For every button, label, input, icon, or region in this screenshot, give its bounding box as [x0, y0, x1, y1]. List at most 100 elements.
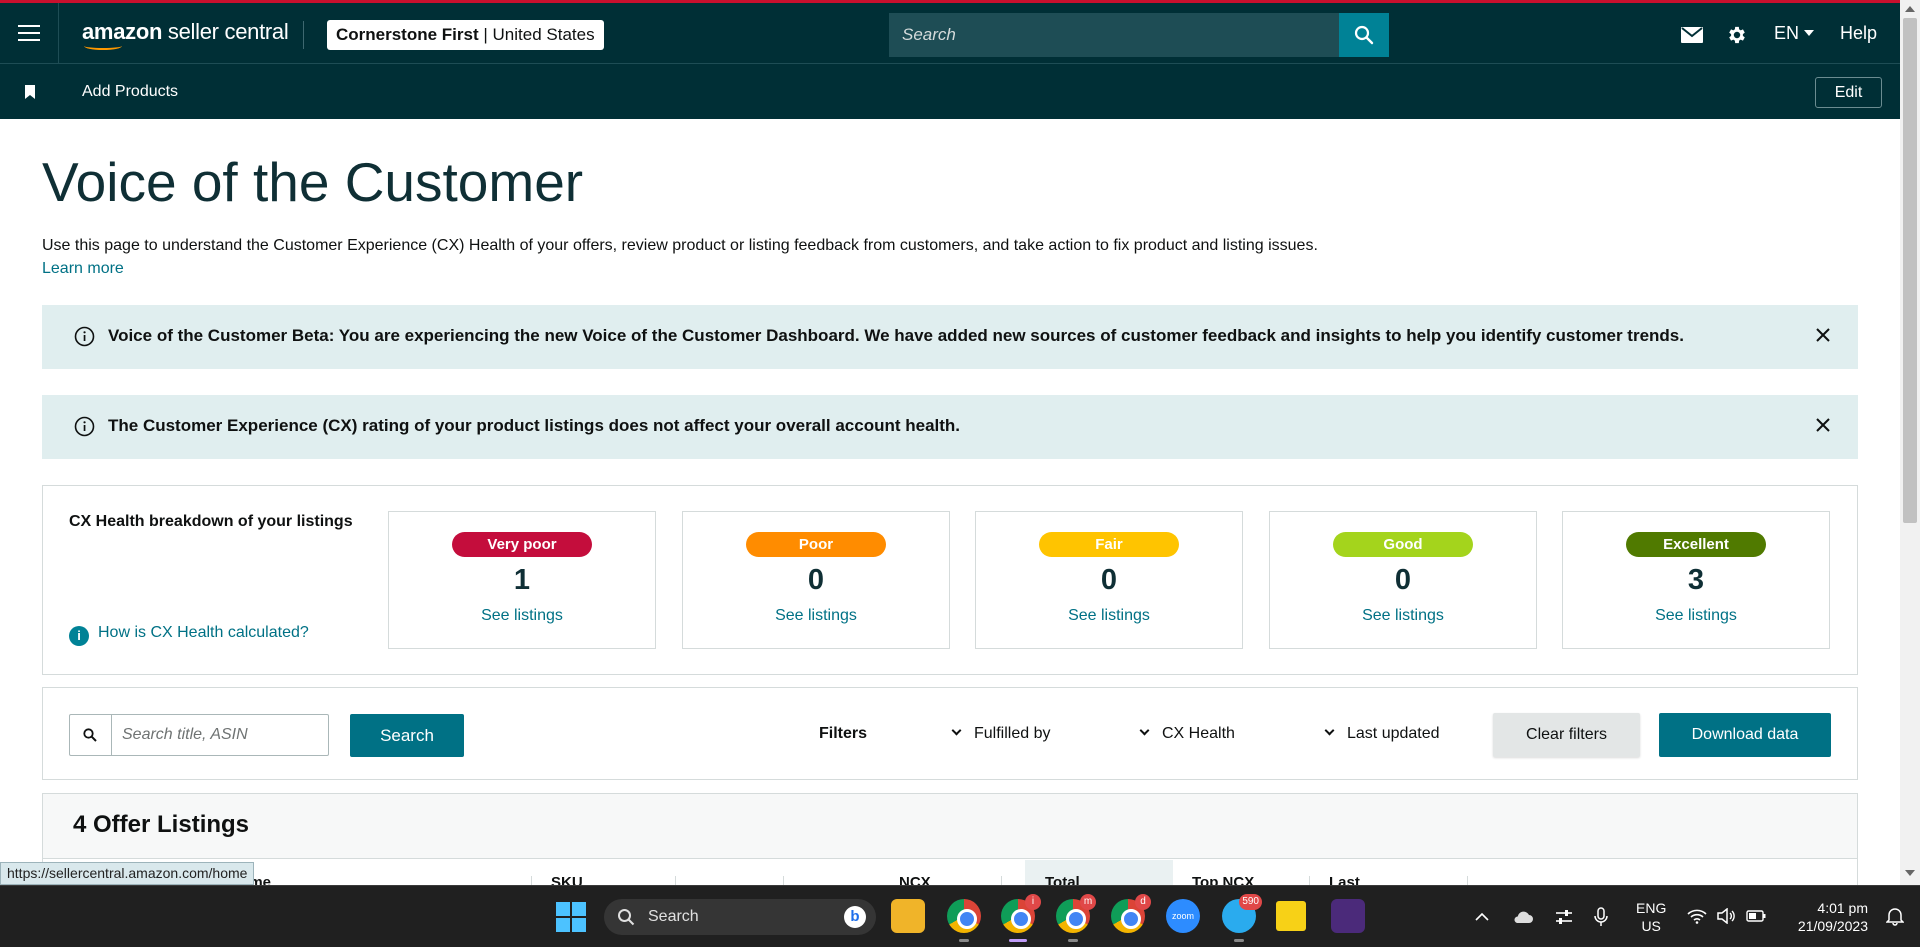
listing-search-input[interactable]	[112, 715, 328, 755]
notification-bell-icon[interactable]	[1886, 906, 1904, 926]
page-scrollbar[interactable]	[1900, 0, 1920, 885]
hamburger-menu-icon[interactable]	[18, 25, 40, 41]
status-badge: Excellent	[1626, 532, 1766, 557]
add-products-link[interactable]: Add Products	[82, 83, 178, 101]
clock-time: 4:01 pm	[1817, 900, 1868, 916]
cx-health-title: CX Health breakdown of your listings	[69, 513, 353, 530]
zoom-icon[interactable]: zoom	[1166, 899, 1200, 933]
gear-icon[interactable]	[1726, 24, 1748, 46]
cx-rating-info-banner: The Customer Experience (CX) rating of y…	[42, 395, 1858, 459]
chevron-down-icon	[951, 725, 962, 736]
listing-count: 0	[1100, 564, 1118, 596]
listing-search	[69, 714, 329, 756]
profile-badge: m	[1080, 894, 1096, 910]
status-badge: Poor	[746, 532, 886, 557]
scroll-down-icon[interactable]	[1905, 870, 1915, 876]
top-nav-bar: amazon seller central Cornerstone First …	[0, 0, 1900, 63]
see-listings-link[interactable]: See listings	[1270, 607, 1536, 625]
global-search-input[interactable]	[889, 13, 1339, 57]
app-running-indicator	[959, 939, 969, 942]
system-clock[interactable]: 4:01 pm 21/09/2023	[1786, 899, 1868, 935]
amazon-smile-icon	[84, 42, 122, 50]
bookmark-icon[interactable]	[24, 85, 36, 99]
taskbar-search-label: Search	[648, 908, 699, 925]
chrome-profile-icon[interactable]: m	[1056, 894, 1096, 942]
global-search	[889, 13, 1339, 57]
listing-search-button[interactable]: Search	[350, 714, 464, 757]
account-separator: |	[478, 25, 493, 44]
nav-divider-2	[303, 21, 304, 49]
search-icon	[618, 909, 635, 926]
beta-info-banner: Voice of the Customer Beta: You are expe…	[42, 305, 1858, 369]
language-code: ENG	[1636, 900, 1667, 916]
chrome-profile-icon[interactable]: d	[1111, 894, 1151, 933]
app-running-indicator	[1068, 939, 1078, 942]
listing-filters: Search Filters Fulfilled by CX Health La…	[42, 687, 1858, 780]
clear-filters-button[interactable]: Clear filters	[1493, 713, 1640, 757]
cx-tile-poor: Poor 0 See listings	[682, 511, 950, 649]
language-label: EN	[1774, 23, 1800, 43]
page-description: Use this page to understand the Customer…	[42, 237, 1318, 254]
fulfilled-by-dropdown[interactable]: Fulfilled by	[951, 725, 1051, 743]
account-region: United States	[492, 25, 595, 44]
input-language-indicator[interactable]: ENG US	[1636, 899, 1666, 935]
close-icon[interactable]	[1814, 326, 1832, 344]
cloud-icon[interactable]	[1512, 908, 1534, 924]
bing-icon: b	[844, 906, 866, 928]
profile-badge: d	[1135, 894, 1151, 910]
listing-count: 1	[513, 564, 531, 596]
cx-tile-good: Good 0 See listings	[1269, 511, 1537, 649]
learn-more-link[interactable]: Learn more	[42, 260, 124, 278]
windows-taskbar: Search b i m d zoom 590 ENG US 4:01 pm 21/…	[0, 885, 1920, 947]
mail-icon[interactable]	[1681, 27, 1703, 43]
banner-message: Voice of the Customer Beta: You are expe…	[108, 326, 1684, 345]
cx-tile-very-poor: Very poor 1 See listings	[388, 511, 656, 649]
scroll-up-icon[interactable]	[1905, 6, 1915, 12]
chrome-icon[interactable]	[947, 899, 981, 942]
windows-start-icon[interactable]	[556, 902, 586, 932]
cx-tile-excellent: Excellent 3 See listings	[1562, 511, 1830, 649]
search-icon	[83, 728, 97, 742]
account-switcher[interactable]: Cornerstone First | United States	[327, 20, 604, 50]
last-updated-dropdown[interactable]: Last updated	[1324, 725, 1440, 743]
clock-date: 21/09/2023	[1797, 918, 1868, 934]
help-link[interactable]: Help	[1840, 23, 1877, 44]
logo-brand: amazon	[82, 19, 163, 44]
keyboard-layout: US	[1641, 918, 1661, 934]
microphone-icon[interactable]	[1594, 907, 1608, 927]
chevron-up-icon[interactable]	[1474, 912, 1490, 922]
chrome-profile-icon[interactable]: i	[1001, 894, 1041, 942]
page-title: Voice of the Customer	[42, 151, 584, 213]
info-icon	[74, 326, 95, 347]
taskbar-search[interactable]: Search b	[604, 899, 876, 935]
global-search-button[interactable]	[1339, 13, 1389, 57]
sticky-notes-icon[interactable]	[1276, 901, 1306, 931]
app-w-icon[interactable]	[1331, 899, 1365, 933]
chevron-down-icon	[1324, 725, 1335, 736]
dropdown-label: Fulfilled by	[974, 725, 1051, 742]
close-icon[interactable]	[1814, 416, 1832, 434]
listing-count: 0	[1394, 564, 1412, 596]
see-listings-link[interactable]: See listings	[1563, 607, 1829, 625]
dropdown-label: Last updated	[1347, 725, 1440, 742]
see-listings-link[interactable]: See listings	[389, 607, 655, 625]
app-running-indicator	[1234, 939, 1244, 942]
wifi-icon[interactable]	[1687, 908, 1707, 924]
listing-count: 3	[1687, 564, 1705, 596]
telegram-icon[interactable]: 590	[1222, 894, 1262, 942]
see-listings-link[interactable]: See listings	[683, 607, 949, 625]
volume-icon[interactable]	[1716, 908, 1736, 924]
download-data-button[interactable]: Download data	[1659, 713, 1831, 757]
battery-icon[interactable]	[1746, 910, 1766, 922]
chevron-down-icon	[1139, 725, 1150, 736]
cx-health-dropdown[interactable]: CX Health	[1139, 725, 1235, 743]
listing-count: 0	[807, 564, 825, 596]
network-settings-icon[interactable]	[1554, 908, 1574, 926]
file-explorer-icon[interactable]	[891, 899, 925, 933]
cx-health-how-link[interactable]: i How is CX Health calculated?	[69, 624, 309, 646]
edit-bookmarks-button[interactable]: Edit	[1815, 77, 1882, 108]
scrollbar-thumb[interactable]	[1903, 18, 1917, 523]
language-selector[interactable]: EN	[1774, 23, 1815, 44]
caret-down-icon	[1804, 30, 1815, 36]
see-listings-link[interactable]: See listings	[976, 607, 1242, 625]
